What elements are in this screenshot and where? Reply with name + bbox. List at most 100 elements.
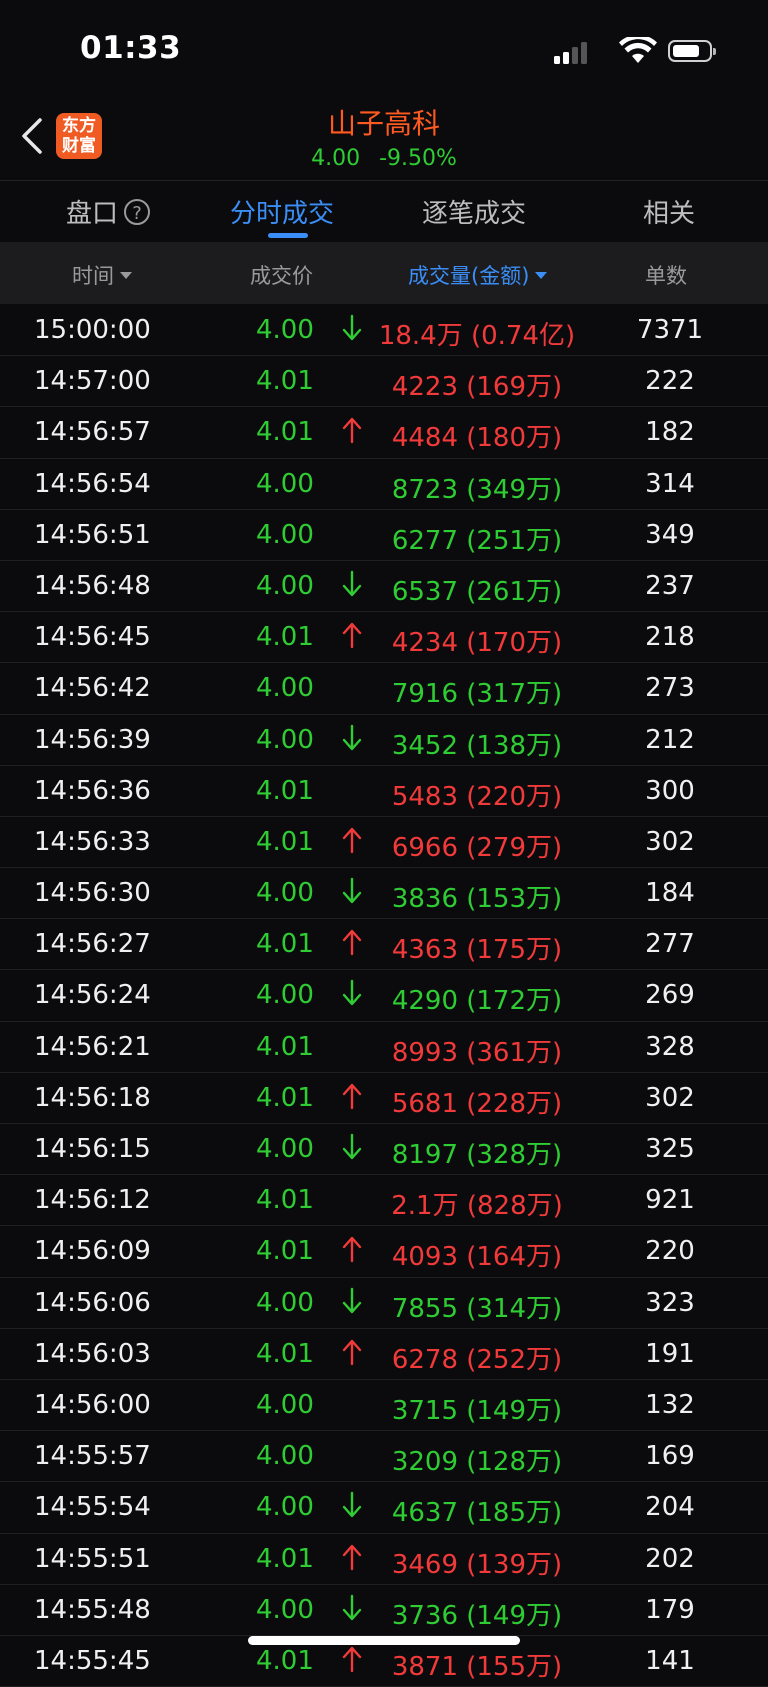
trade-price: 4.01	[256, 1543, 314, 1574]
trade-volume: 3871 (155万)	[391, 1651, 563, 1682]
help-circle-icon[interactable]: ?	[124, 199, 151, 225]
trade-price: 4.01	[256, 622, 314, 653]
table-row[interactable]: 14:56:48 4.00 6537 (261万) 237	[0, 561, 768, 613]
trade-time: 14:56:24	[34, 980, 151, 1011]
tab-related[interactable]: 相关	[643, 193, 695, 230]
arrow-down-icon	[341, 876, 363, 906]
table-row[interactable]: 14:55:54 4.00 4637 (185万) 204	[0, 1482, 768, 1534]
table-row[interactable]: 15:00:00 4.00 18.4万 (0.74亿) 7371	[0, 305, 768, 357]
trade-volume: 3836 (153万)	[391, 884, 563, 915]
tab-order-book[interactable]: 盘口?	[66, 193, 151, 230]
stock-name: 山子高科	[327, 107, 440, 140]
trade-volume: 6277 (251万)	[391, 525, 563, 556]
table-row[interactable]: 14:56:33 4.01 6966 (279万) 302	[0, 817, 768, 869]
sort-caret-icon	[120, 272, 132, 279]
table-row[interactable]: 14:56:21 4.01 8993 (361万) 328	[0, 1022, 768, 1073]
trade-volume: 5483 (220万)	[391, 781, 563, 812]
arrow-up-icon	[341, 1081, 363, 1111]
table-row[interactable]: 14:56:30 4.00 3836 (153万) 184	[0, 868, 768, 920]
table-row[interactable]: 14:56:09 4.01 4093 (164万) 220	[0, 1226, 768, 1278]
table-row[interactable]: 14:56:18 4.01 5681 (228万) 302	[0, 1073, 768, 1124]
home-indicator[interactable]	[248, 1636, 520, 1645]
table-row[interactable]: 14:56:54 4.00 8723 (349万) 314	[0, 459, 768, 510]
table-row[interactable]: 14:56:03 4.01 6278 (252万) 191	[0, 1329, 768, 1380]
trade-time: 14:56:27	[34, 929, 151, 960]
trade-time: 14:56:57	[34, 417, 151, 448]
trade-price: 4.00	[256, 1287, 314, 1318]
tab-time-trades[interactable]: 分时成交	[230, 193, 334, 230]
table-row[interactable]: 14:56:51 4.00 6277 (251万) 349	[0, 510, 768, 561]
trade-price: 4.00	[256, 1389, 314, 1420]
arrow-down-icon	[341, 313, 363, 343]
trade-count: 222	[645, 366, 695, 397]
trade-volume: 3452 (138万)	[391, 730, 563, 761]
table-row[interactable]: 14:56:36 4.01 5483 (220万) 300	[0, 766, 768, 817]
table-row[interactable]: 14:56:45 4.01 4234 (170万) 218	[0, 612, 768, 664]
trade-volume: 6966 (279万)	[391, 832, 563, 863]
column-time[interactable]: 时间	[72, 260, 132, 290]
trade-time: 14:57:00	[34, 366, 151, 397]
trade-price: 4.00	[256, 570, 314, 601]
trade-price: 4.00	[256, 519, 314, 550]
arrow-down-icon	[341, 1593, 363, 1623]
trade-time: 14:56:09	[34, 1236, 151, 1267]
status-time: 01:33	[80, 30, 182, 66]
column-volume[interactable]: 成交量(金额)	[408, 260, 548, 290]
trade-volume: 3736 (149万)	[391, 1600, 563, 1631]
trade-time: 14:56:54	[34, 468, 151, 499]
table-row[interactable]: 14:56:39 4.00 3452 (138万) 212	[0, 715, 768, 766]
table-row[interactable]: 14:55:48 4.00 3736 (149万) 179	[0, 1585, 768, 1636]
trade-volume: 3715 (149万)	[391, 1395, 563, 1426]
table-row[interactable]: 14:55:51 4.01 3469 (139万) 202	[0, 1534, 768, 1585]
trade-time: 14:55:57	[34, 1441, 151, 1472]
trade-volume: 7855 (314万)	[391, 1293, 563, 1324]
trade-time: 14:56:45	[34, 622, 151, 653]
trade-count: 218	[645, 622, 695, 653]
trade-price: 4.01	[256, 929, 314, 960]
trade-count: 7371	[636, 315, 704, 345]
arrow-up-icon	[341, 1644, 363, 1674]
table-row[interactable]: 14:56:15 4.00 8197 (328万) 325	[0, 1124, 768, 1176]
trade-count: 179	[645, 1594, 695, 1625]
arrow-down-icon	[341, 1286, 363, 1316]
table-row[interactable]: 14:56:06 4.00 7855 (314万) 323	[0, 1278, 768, 1329]
trade-count: 277	[645, 929, 695, 960]
column-count-label: 单数	[645, 264, 687, 288]
table-row[interactable]: 14:55:57 4.00 3209 (128万) 169	[0, 1431, 768, 1483]
trade-count: 182	[645, 417, 695, 448]
trade-list[interactable]: 15:00:00 4.00 18.4万 (0.74亿) 7371 14:57:00 4.0…	[0, 305, 768, 1687]
trade-volume: 4290 (172万)	[391, 986, 563, 1017]
trade-count: 191	[645, 1338, 695, 1369]
trade-time: 14:55:51	[34, 1543, 151, 1574]
trade-time: 14:56:39	[34, 724, 151, 755]
trade-time: 14:56:18	[34, 1082, 151, 1113]
table-row[interactable]: 14:56:27 4.01 4363 (175万) 277	[0, 919, 768, 971]
tab-order-book-label: 盘口	[66, 199, 119, 229]
trade-volume: 5681 (228万)	[391, 1088, 563, 1119]
trade-volume: 4234 (170万)	[391, 628, 563, 659]
trade-time: 14:55:48	[34, 1594, 151, 1625]
table-row[interactable]: 14:56:00 4.00 3715 (149万) 132	[0, 1380, 768, 1432]
tab-time-trades-label: 分时成交	[230, 199, 335, 229]
trade-price: 4.00	[256, 878, 314, 909]
trade-time: 14:56:15	[34, 1134, 151, 1164]
trade-price: 4.00	[256, 315, 314, 345]
tab-tick-trades[interactable]: 逐笔成交	[422, 193, 526, 230]
trade-volume: 3209 (128万)	[391, 1447, 563, 1478]
arrow-up-icon	[341, 1337, 363, 1367]
trade-volume: 3469 (139万)	[391, 1549, 563, 1580]
trade-time: 14:56:30	[34, 878, 151, 909]
trade-price: 4.01	[256, 1645, 314, 1676]
table-row[interactable]: 14:56:12 4.01 2.1万 (828万) 921	[0, 1175, 768, 1227]
trade-price: 4.00	[256, 673, 314, 704]
trade-time: 14:56:21	[34, 1031, 151, 1062]
trade-price: 4.01	[256, 366, 314, 397]
table-row[interactable]: 14:56:24 4.00 4290 (172万) 269	[0, 970, 768, 1022]
table-row[interactable]: 14:57:00 4.01 4223 (169万) 222	[0, 356, 768, 408]
trade-volume: 4363 (175万)	[391, 935, 563, 966]
stock-price: 4.00	[311, 146, 361, 171]
trade-price: 4.00	[256, 980, 314, 1011]
table-row[interactable]: 14:56:57 4.01 4484 (180万) 182	[0, 407, 768, 459]
trade-price: 4.00	[256, 1594, 314, 1625]
table-row[interactable]: 14:56:42 4.00 7916 (317万) 273	[0, 663, 768, 715]
